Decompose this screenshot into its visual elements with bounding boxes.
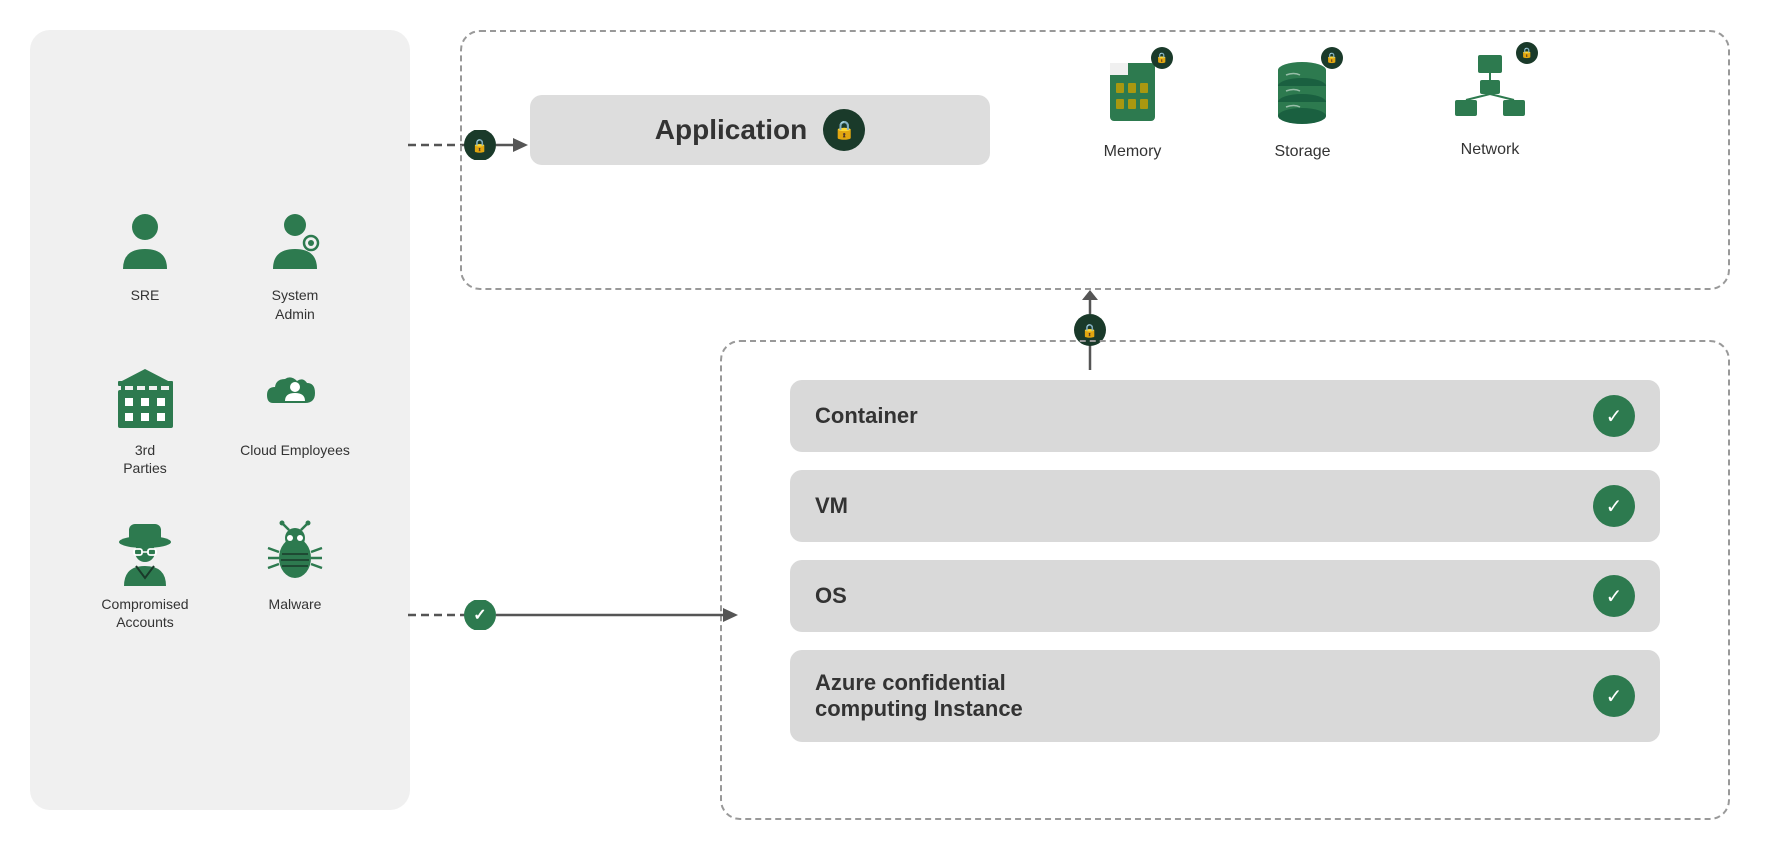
- threat-item-malware: Malware: [230, 517, 360, 631]
- main-canvas: SRE SystemAdmin: [0, 0, 1772, 852]
- threat-item-cloud-employees: Cloud Employees: [230, 363, 360, 477]
- container-check-icon: ✓: [1593, 395, 1635, 437]
- network-icon: [1450, 50, 1530, 128]
- storage-icon-wrapper: 🔒: [1270, 55, 1335, 130]
- infrastructure-items: Container ✓ VM ✓ OS ✓ Azure confidential…: [790, 380, 1660, 742]
- building-icon: [110, 363, 180, 433]
- sre-label: SRE: [131, 286, 160, 304]
- svg-text:🔒: 🔒: [1082, 323, 1098, 338]
- cloud-employees-label: Cloud Employees: [240, 441, 350, 459]
- memory-lock-badge: 🔒: [1151, 47, 1173, 69]
- os-row: OS ✓: [790, 560, 1660, 632]
- cloud-employees-icon: [260, 363, 330, 433]
- vm-check-icon: ✓: [1593, 485, 1635, 527]
- os-label: OS: [815, 583, 847, 609]
- storage-resource: 🔒 Storage: [1270, 55, 1335, 161]
- memory-label: Memory: [1100, 143, 1165, 161]
- network-lock-badge: 🔒: [1516, 42, 1538, 64]
- vm-label: VM: [815, 493, 848, 519]
- network-icon-wrapper: 🔒: [1450, 50, 1530, 128]
- network-label: Network: [1450, 141, 1530, 159]
- spy-icon: [110, 517, 180, 587]
- compromised-accounts-label: CompromisedAccounts: [101, 595, 188, 631]
- network-resource: 🔒 Network: [1450, 50, 1530, 159]
- application-lock-icon: 🔒: [823, 109, 865, 151]
- threat-item-3rd-parties: 3rdParties: [80, 363, 210, 477]
- system-admin-icon: [260, 208, 330, 278]
- azure-confidential-row: Azure confidentialcomputing Instance ✓: [790, 650, 1660, 742]
- storage-lock-badge: 🔒: [1321, 47, 1343, 69]
- sre-icon: [110, 208, 180, 278]
- vm-row: VM ✓: [790, 470, 1660, 542]
- malware-label: Malware: [269, 595, 322, 613]
- svg-text:✓: ✓: [473, 607, 486, 624]
- bottom-arrow-connector: ✓: [408, 600, 738, 630]
- threat-grid: SRE SystemAdmin: [50, 188, 390, 651]
- container-row: Container ✓: [790, 380, 1660, 452]
- 3rd-parties-label: 3rdParties: [123, 441, 167, 477]
- threat-item-system-admin: SystemAdmin: [230, 208, 360, 322]
- threat-item-compromised: CompromisedAccounts: [80, 517, 210, 631]
- azure-confidential-check-icon: ✓: [1593, 675, 1635, 717]
- threat-item-sre: SRE: [80, 208, 210, 322]
- bug-icon: [260, 517, 330, 587]
- azure-confidential-label: Azure confidentialcomputing Instance: [815, 670, 1023, 722]
- system-admin-label: SystemAdmin: [272, 286, 319, 322]
- memory-icon-wrapper: 🔒: [1100, 55, 1165, 130]
- threat-panel: SRE SystemAdmin: [30, 30, 410, 810]
- application-label: Application: [655, 114, 807, 146]
- storage-label: Storage: [1270, 143, 1335, 161]
- container-label: Container: [815, 403, 918, 429]
- memory-resource: 🔒 Memory: [1100, 55, 1165, 161]
- application-label-box: Application 🔒: [530, 95, 990, 165]
- os-check-icon: ✓: [1593, 575, 1635, 617]
